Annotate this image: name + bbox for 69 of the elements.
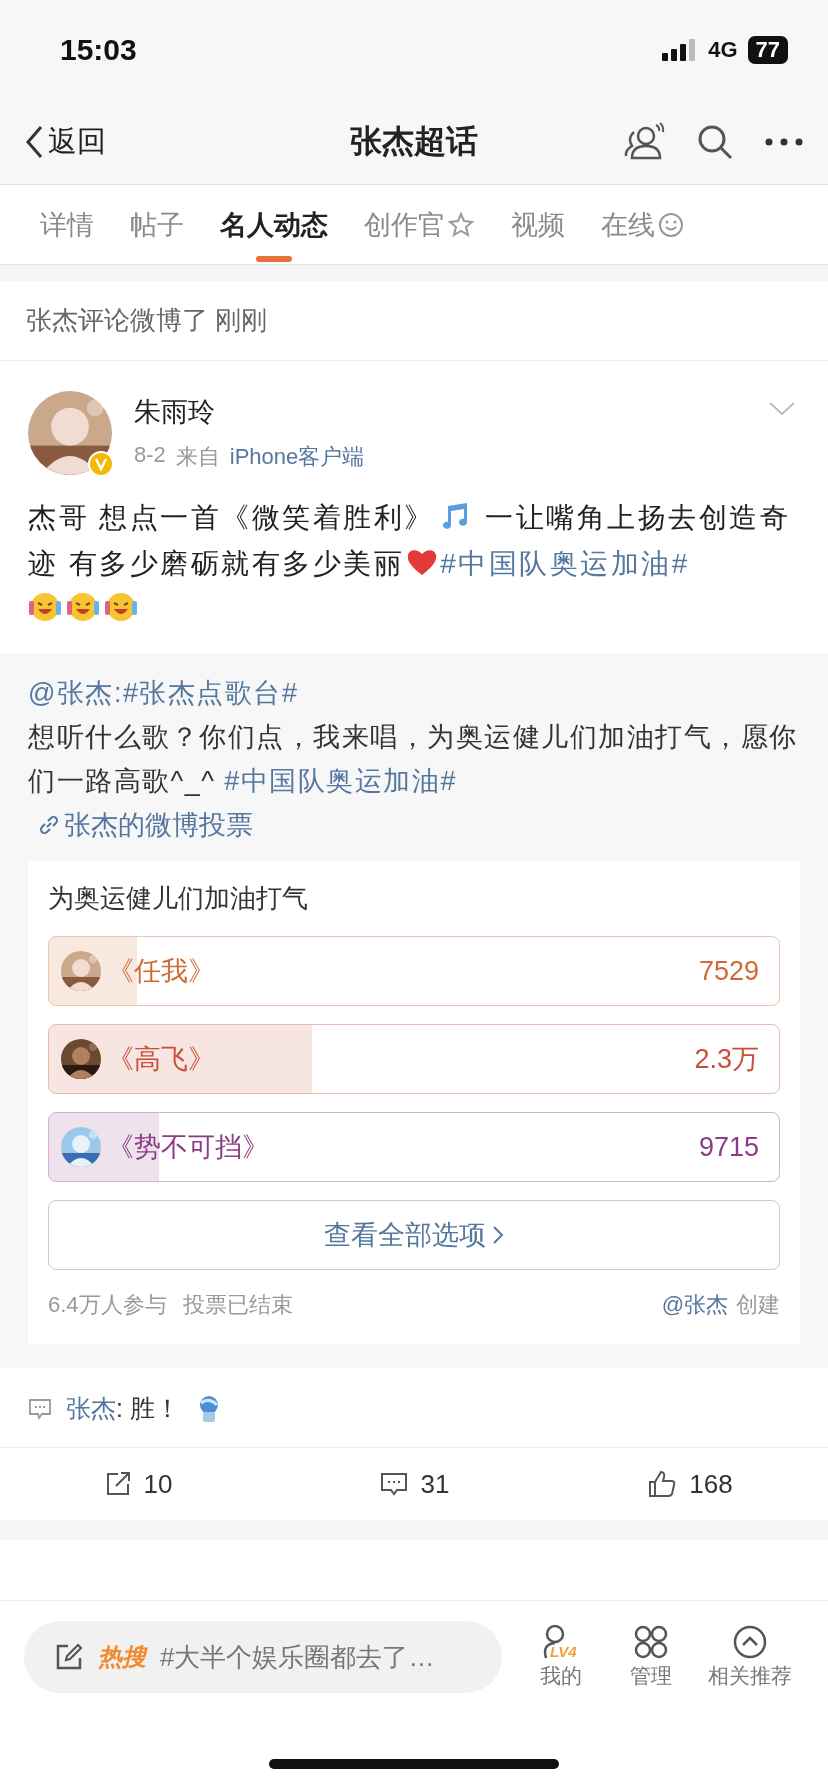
smiley-icon <box>657 210 685 239</box>
view-all-button[interactable]: 查看全部选项 <box>48 1200 780 1270</box>
bottom-bar-item[interactable]: 相关推荐 <box>708 1624 792 1690</box>
bottom-bar-item[interactable]: LV4 我的 <box>528 1624 594 1690</box>
comment-icon <box>28 1397 52 1420</box>
commenter-link[interactable]: 张杰 <box>66 1394 116 1422</box>
poll-option[interactable]: 《势不可挡》 9715 <box>48 1112 780 1182</box>
repost-text: 想听什么歌？你们点，我来唱，为奥运健儿们加油打气，愿你们一路高歌^_^ #中国队奥运加油# <box>28 721 799 798</box>
bottom-bar-item[interactable]: 管理 <box>630 1624 672 1690</box>
tab[interactable]: 详情 <box>40 185 94 264</box>
like-button[interactable]: 168 <box>552 1448 828 1520</box>
comment-text: : 胜！ <box>116 1394 180 1422</box>
tab[interactable]: 创作官 <box>364 185 475 264</box>
thumbs-up-icon <box>647 1469 678 1499</box>
hashtag-link[interactable]: #中国队奥运加油# <box>440 548 690 579</box>
mention-link[interactable]: @张杰 <box>28 678 114 708</box>
poll-option[interactable]: 《任我》 7529 <box>48 936 780 1006</box>
page-title: 张杰超话 <box>350 122 478 161</box>
participant-count: 6.4万人参与 <box>48 1291 167 1319</box>
share-button[interactable]: 10 <box>0 1448 276 1520</box>
battery-level: 77 <box>747 36 788 64</box>
comment-button[interactable]: 31 <box>276 1448 552 1520</box>
laughing-emoji-icon <box>66 591 100 623</box>
chevron-left-icon <box>24 124 44 160</box>
chevron-right-icon <box>492 1224 504 1246</box>
laughing-emoji-icon <box>104 591 138 623</box>
feed-header: 张杰评论微博了 刚刚 <box>0 281 828 361</box>
post-text: 杰哥 想点一首《微笑着胜利》 一让嘴角上扬去创造奇迹 有多少磨砺就有多少美丽 #中国队奥运加油# <box>28 495 800 633</box>
search-bar[interactable]: 热搜 #大半个娱乐圈都去了… <box>24 1621 502 1693</box>
option-label: 《高飞》 <box>107 1043 215 1076</box>
tab[interactable]: 帖子 <box>130 185 184 264</box>
vote-count: 7529 <box>698 955 759 987</box>
laughing-emoji-icon <box>28 591 62 623</box>
link-icon <box>38 814 60 836</box>
people-icon[interactable] <box>622 122 666 162</box>
vote-count: 2.3万 <box>694 1043 759 1076</box>
comment-icon <box>378 1470 409 1498</box>
poll-link[interactable]: 张杰的微博投票 <box>38 807 253 843</box>
star-icon <box>447 210 475 239</box>
hashtag-link[interactable]: #中国队奥运加油# <box>224 766 457 796</box>
status-time: 15:03 <box>60 33 137 67</box>
vote-count: 9715 <box>698 1131 759 1163</box>
option-label: 《任我》 <box>107 955 215 988</box>
heart-icon <box>406 548 439 576</box>
author-name: 朱雨玲 <box>134 396 216 429</box>
option-label: 《势不可挡》 <box>107 1131 269 1164</box>
poll-status: 投票已结束 <box>182 1291 293 1319</box>
tab[interactable]: 视频 <box>511 185 565 264</box>
poll-option[interactable]: 《高飞》 2.3万 <box>48 1024 780 1094</box>
source-link[interactable]: iPhone客户端 <box>229 442 365 472</box>
grid-icon <box>633 1624 669 1660</box>
hashtag-link[interactable]: #张杰点歌台# <box>122 678 299 708</box>
creator-link[interactable]: @张杰 <box>661 1290 728 1320</box>
chevron-up-icon <box>732 1624 768 1660</box>
tab[interactable]: 在线 <box>601 185 685 264</box>
network-label: 4G <box>708 37 738 63</box>
back-button[interactable]: 返回 <box>24 122 106 162</box>
poll-title: 为奥运健儿们加油打气 <box>48 882 309 915</box>
tab[interactable]: 名人动态 <box>220 185 328 264</box>
level-label: LV4 <box>550 1643 577 1660</box>
trending-label: 热搜 <box>98 1642 146 1672</box>
creator-suffix: 创建 <box>736 1291 780 1319</box>
search-icon[interactable] <box>696 123 734 161</box>
repost-heading: @张杰:#张杰点歌台# <box>28 677 300 710</box>
more-icon[interactable] <box>764 137 804 147</box>
edit-icon <box>54 1642 84 1672</box>
trending-topic: #大半个娱乐圈都去了… <box>160 1640 435 1674</box>
source-label: 来自 <box>175 443 220 471</box>
post-date: 8-2 <box>134 442 166 469</box>
